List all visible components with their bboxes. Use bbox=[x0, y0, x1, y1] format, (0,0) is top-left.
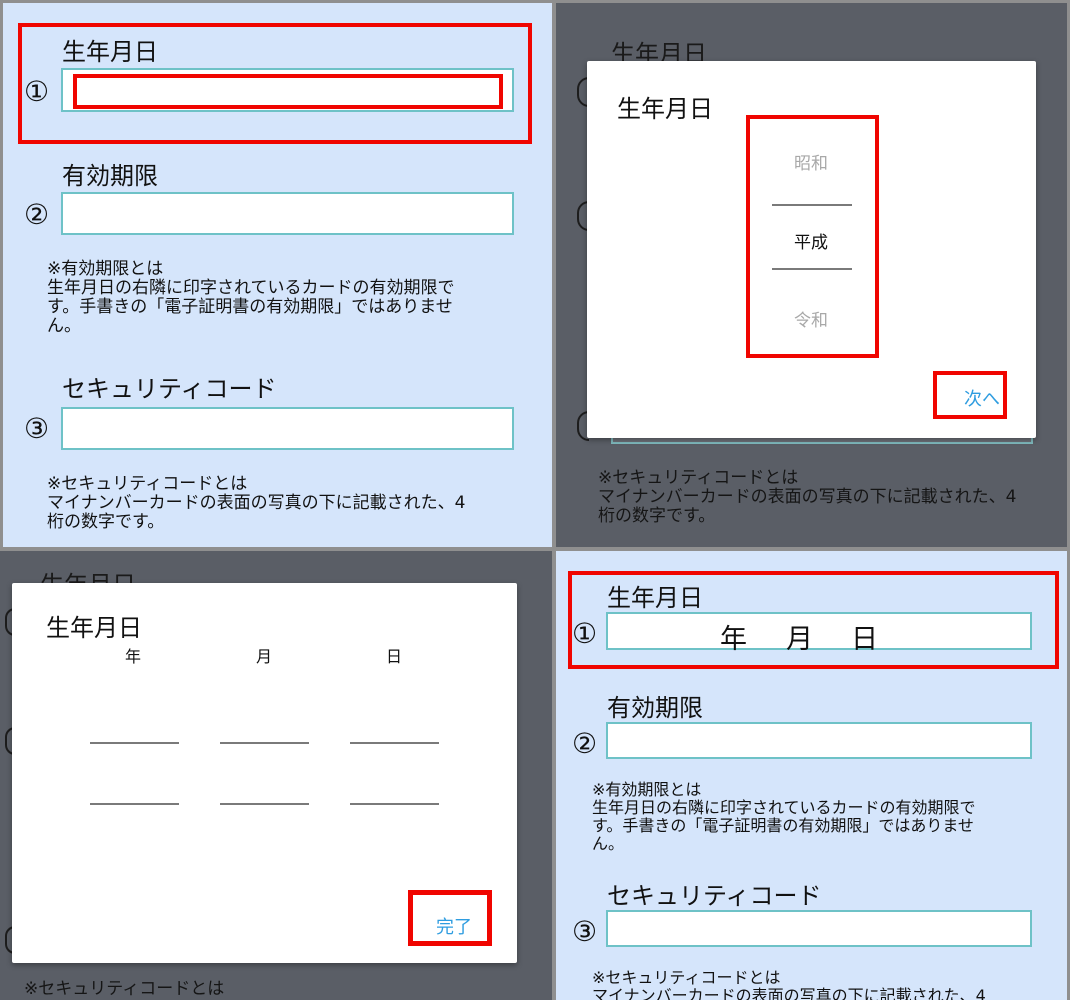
date-dialog-title: 生年月日 bbox=[46, 614, 142, 642]
expiry-note-line: 生年月日の右隣に印字されているカードの有効期限で bbox=[592, 798, 976, 817]
number-2-icon: ② bbox=[24, 198, 50, 231]
number-2-icon: ② bbox=[572, 727, 598, 760]
security-note-line: ※セキュリティコードとは bbox=[47, 474, 248, 494]
panel-form-initial: 生年月日 ① 有効期限 ② ※有効期限とは 生年月日の右隣に印字されているカード… bbox=[3, 3, 552, 547]
month-picker-divider-bottom[interactable] bbox=[220, 803, 309, 805]
security-note-line: 桁の数字です。 bbox=[47, 512, 165, 532]
era-picker-highlight bbox=[746, 115, 879, 358]
expiry-note: ※有効期限とは 生年月日の右隣に印字されているカードの有効期限で す。手書きの「… bbox=[592, 781, 976, 853]
year-picker-divider-bottom[interactable] bbox=[90, 803, 179, 805]
panel-era-picker: 生年月日 ※セキュリティコードとは マイナンバーカードの表面の写真の下に記載され… bbox=[556, 3, 1067, 547]
month-column-header: 月 bbox=[256, 647, 273, 666]
security-note: ※セキュリティコードとは マイナンバーカードの表面の写真の下に記載された、4 bbox=[592, 969, 986, 1000]
birthdate-section-highlight bbox=[18, 23, 532, 144]
expiry-label: 有効期限 bbox=[607, 694, 703, 722]
expiry-note-line: ん。 bbox=[47, 316, 81, 336]
expiry-note-line: ん。 bbox=[592, 834, 625, 853]
next-button-highlight bbox=[933, 371, 1007, 419]
expiry-note-line: す。手書きの「電子証明書の有効期限」ではありませ bbox=[592, 816, 974, 835]
year-picker-divider-top[interactable] bbox=[90, 742, 179, 744]
day-picker-divider-bottom[interactable] bbox=[350, 803, 439, 805]
birthdate-section-highlight bbox=[568, 571, 1059, 669]
expiry-note-line: ※有効期限とは bbox=[592, 780, 702, 799]
era-dialog-title: 生年月日 bbox=[617, 95, 713, 123]
expiry-label: 有効期限 bbox=[62, 162, 158, 190]
done-button-highlight bbox=[408, 890, 492, 946]
security-label: セキュリティコード bbox=[607, 882, 822, 910]
panel-date-picker: 生年月日 ※セキュリティコードとは 生年月日 年 月 日 完了 bbox=[0, 551, 552, 1000]
era-picker-dialog: 生年月日 昭和 平成 令和 次へ bbox=[587, 61, 1036, 438]
number-3-icon: ③ bbox=[572, 915, 598, 948]
day-picker-divider-top[interactable] bbox=[350, 742, 439, 744]
security-input[interactable] bbox=[61, 407, 514, 450]
expiry-input[interactable] bbox=[606, 722, 1032, 759]
security-input[interactable] bbox=[606, 910, 1032, 947]
panel-form-filled: 生年月日 ① 年 月 日 有効期限 ② ※有効期限とは 生年月日の右隣に印字され… bbox=[556, 551, 1067, 1000]
expiry-note: ※有効期限とは 生年月日の右隣に印字されているカードの有効期限で す。手書きの「… bbox=[47, 260, 455, 336]
background-security-note-line: 桁の数字です。 bbox=[598, 506, 716, 526]
number-3-icon: ③ bbox=[24, 412, 50, 445]
security-note-line: マイナンバーカードの表面の写真の下に記載された、4 bbox=[47, 493, 466, 513]
security-note: ※セキュリティコードとは マイナンバーカードの表面の写真の下に記載された、4 桁… bbox=[47, 475, 465, 532]
security-label: セキュリティコード bbox=[62, 375, 277, 403]
background-security-note-line: ※セキュリティコードとは bbox=[24, 979, 225, 999]
month-picker-divider-top[interactable] bbox=[220, 742, 309, 744]
expiry-input[interactable] bbox=[61, 192, 514, 235]
date-picker-dialog: 生年月日 年 月 日 完了 bbox=[12, 583, 517, 963]
year-column-header: 年 bbox=[125, 647, 142, 666]
expiry-note-line: ※有効期限とは bbox=[47, 259, 164, 279]
expiry-note-line: 生年月日の右隣に印字されているカードの有効期限で bbox=[47, 278, 455, 298]
background-security-note-line: ※セキュリティコードとは bbox=[598, 468, 799, 488]
background-security-note-line: マイナンバーカードの表面の写真の下に記載された、4 bbox=[598, 487, 1017, 507]
security-note-line: ※セキュリティコードとは bbox=[592, 968, 781, 987]
background-security-note: ※セキュリティコードとは bbox=[24, 980, 224, 999]
expiry-note-line: す。手書きの「電子証明書の有効期限」ではありませ bbox=[47, 297, 453, 317]
background-security-note: ※セキュリティコードとは マイナンバーカードの表面の写真の下に記載された、4 桁… bbox=[598, 469, 1016, 526]
day-column-header: 日 bbox=[386, 647, 403, 666]
security-note-line: マイナンバーカードの表面の写真の下に記載された、4 bbox=[592, 986, 986, 1000]
